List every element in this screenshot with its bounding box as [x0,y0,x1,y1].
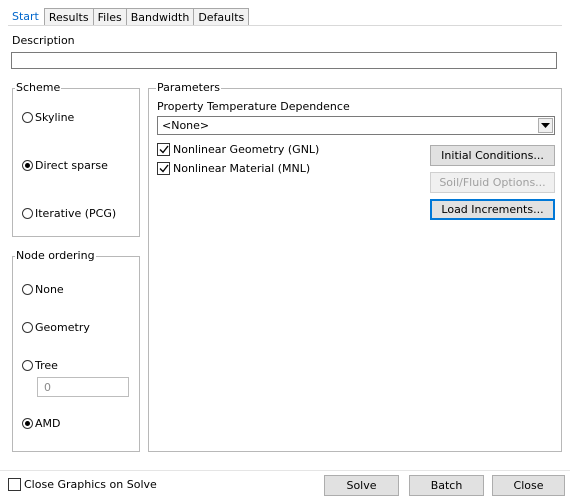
chevron-down-icon[interactable] [538,118,553,133]
radio-amd[interactable]: AMD [22,417,61,430]
radio-direct-sparse[interactable]: Direct sparse [22,159,108,172]
radio-button-selected-icon [22,418,33,429]
radio-button-selected-icon [22,160,33,171]
tree-value-input[interactable]: 0 [37,377,129,397]
checkbox-icon [8,478,21,491]
radio-tree[interactable]: Tree [22,359,58,372]
nonlinear-material-checkbox[interactable]: Nonlinear Material (MNL) [157,162,310,175]
radio-button-icon [22,208,33,219]
property-temperature-label: Property Temperature Dependence [157,100,350,113]
checkmark-icon [157,143,170,156]
parameters-group-title: Parameters [156,81,221,94]
radio-button-icon [22,360,33,371]
radio-skyline-label: Skyline [35,111,75,124]
tab-files[interactable]: Files [93,8,127,26]
tab-start[interactable]: Start [8,6,44,26]
radio-button-icon [22,112,33,123]
load-increments-button[interactable]: Load Increments... [430,199,555,220]
close-button[interactable]: Close [492,475,565,496]
tree-value-text: 0 [44,381,51,394]
radio-direct-sparse-label: Direct sparse [35,159,108,172]
radio-button-icon [22,284,33,295]
scheme-group-title: Scheme [15,81,62,94]
initial-conditions-button[interactable]: Initial Conditions... [430,145,555,166]
solve-button[interactable]: Solve [324,475,399,496]
nonlinear-geometry-checkbox[interactable]: Nonlinear Geometry (GNL) [157,143,319,156]
tab-results[interactable]: Results [43,8,94,26]
radio-iterative-pcg-label: Iterative (PCG) [35,207,117,220]
batch-button[interactable]: Batch [409,475,484,496]
radio-geometry[interactable]: Geometry [22,321,90,334]
soil-fluid-options-button[interactable]: Soil/Fluid Options... [430,172,555,193]
tab-bandwidth[interactable]: Bandwidth [126,8,195,26]
radio-skyline[interactable]: Skyline [22,111,74,124]
footer-divider [0,470,570,471]
radio-geometry-label: Geometry [35,321,90,334]
radio-none-label: None [35,283,64,296]
tab-strip: Start Results Files Bandwidth Defaults [8,6,250,26]
radio-amd-label: AMD [35,417,61,430]
tab-defaults[interactable]: Defaults [194,8,250,26]
description-label: Description [12,34,75,47]
property-temperature-value: <None> [162,119,210,132]
close-graphics-checkbox[interactable]: Close Graphics on Solve [8,478,157,491]
nonlinear-geometry-label: Nonlinear Geometry (GNL) [173,143,320,156]
radio-iterative-pcg[interactable]: Iterative (PCG) [22,207,116,220]
tab-divider [8,25,562,26]
radio-button-icon [22,322,33,333]
description-input[interactable] [11,52,557,69]
node-ordering-group-title: Node ordering [15,249,96,262]
radio-tree-label: Tree [35,359,58,372]
checkmark-icon [157,162,170,175]
close-graphics-label: Close Graphics on Solve [24,478,157,491]
property-temperature-select[interactable]: <None> [157,116,555,135]
nonlinear-material-label: Nonlinear Material (MNL) [173,162,311,175]
radio-none[interactable]: None [22,283,64,296]
